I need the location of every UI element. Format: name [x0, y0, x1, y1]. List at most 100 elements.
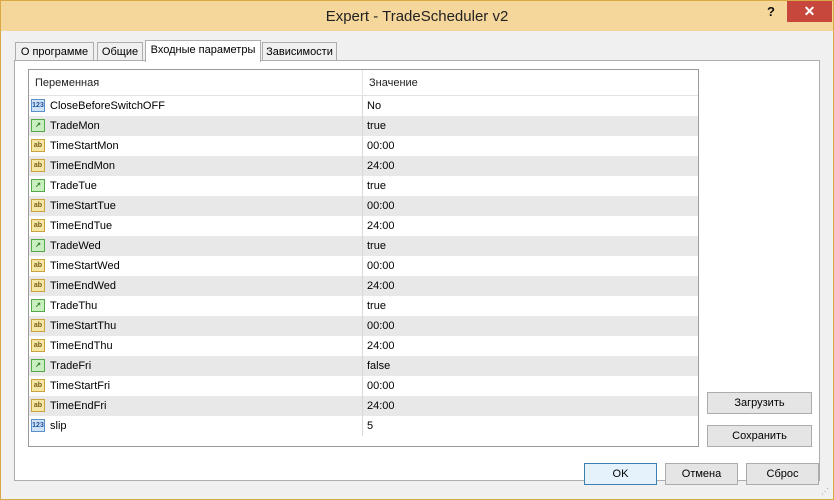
column-divider	[362, 376, 363, 396]
string-param-icon: ab	[31, 259, 45, 272]
param-value[interactable]: true	[367, 240, 386, 252]
cancel-button[interactable]: Отмена	[665, 463, 738, 485]
param-name: CloseBeforeSwitchOFF	[50, 100, 165, 112]
bool-param-icon: ↗	[31, 119, 45, 132]
resize-grip-icon[interactable]: ⋰	[821, 487, 831, 497]
column-divider	[362, 196, 363, 216]
table-row[interactable]: ab TimeStartWed 00:00	[29, 256, 698, 276]
param-value[interactable]: true	[367, 180, 386, 192]
string-param-icon: ab	[31, 279, 45, 292]
table-row[interactable]: ab TimeStartFri 00:00	[29, 376, 698, 396]
grid-header: Переменная Значение	[29, 70, 698, 96]
column-divider	[362, 276, 363, 296]
table-row[interactable]: ab TimeEndMon 24:00	[29, 156, 698, 176]
column-divider	[362, 356, 363, 376]
load-button[interactable]: Загрузить	[707, 392, 812, 414]
param-value[interactable]: 24:00	[367, 340, 395, 352]
reset-button[interactable]: Сброс	[746, 463, 819, 485]
window-title: Expert - TradeScheduler v2	[325, 8, 509, 25]
param-value[interactable]: 00:00	[367, 320, 395, 332]
param-name: TimeEndMon	[50, 160, 116, 172]
column-divider	[362, 296, 363, 316]
string-param-icon: ab	[31, 219, 45, 232]
bool-param-icon: ↗	[31, 179, 45, 192]
param-name: TimeEndWed	[50, 280, 117, 292]
tab-about[interactable]: О программе	[15, 42, 94, 60]
param-name: TradeMon	[50, 120, 100, 132]
table-row[interactable]: ↗ TradeFri false	[29, 356, 698, 376]
column-divider	[362, 336, 363, 356]
param-name: TimeStartMon	[50, 140, 119, 152]
header-divider[interactable]	[362, 70, 363, 95]
param-name: TimeStartWed	[50, 260, 120, 272]
expert-dialog: Expert - TradeScheduler v2 ? ✕ О програм…	[0, 0, 834, 500]
header-value[interactable]: Значение	[369, 77, 418, 89]
table-row[interactable]: ↗ TradeTue true	[29, 176, 698, 196]
tab-dependencies[interactable]: Зависимости	[262, 42, 337, 60]
param-value[interactable]: 00:00	[367, 200, 395, 212]
bool-param-icon: ↗	[31, 359, 45, 372]
param-value[interactable]: true	[367, 300, 386, 312]
param-value[interactable]: 24:00	[367, 160, 395, 172]
int-param-icon: 123	[31, 99, 45, 112]
column-divider	[362, 236, 363, 256]
table-row[interactable]: ab TimeEndThu 24:00	[29, 336, 698, 356]
table-row[interactable]: ab TimeStartTue 00:00	[29, 196, 698, 216]
param-name: TradeTue	[50, 180, 97, 192]
table-row[interactable]: ab TimeStartThu 00:00	[29, 316, 698, 336]
param-name: TradeFri	[50, 360, 92, 372]
param-name: TradeWed	[50, 240, 101, 252]
ok-button[interactable]: OK	[584, 463, 657, 485]
title-bar[interactable]: Expert - TradeScheduler v2 ? ✕	[1, 1, 833, 31]
table-row[interactable]: ↗ TradeMon true	[29, 116, 698, 136]
string-param-icon: ab	[31, 159, 45, 172]
table-row[interactable]: ↗ TradeWed true	[29, 236, 698, 256]
string-param-icon: ab	[31, 399, 45, 412]
param-value[interactable]: 00:00	[367, 260, 395, 272]
column-divider	[362, 96, 363, 116]
param-name: TimeEndThu	[50, 340, 113, 352]
parameters-grid[interactable]: Переменная Значение 123 CloseBeforeSwitch…	[28, 69, 699, 447]
tab-general[interactable]: Общие	[97, 42, 143, 60]
table-row[interactable]: ↗ TradeThu true	[29, 296, 698, 316]
column-divider	[362, 256, 363, 276]
param-value[interactable]: 24:00	[367, 220, 395, 232]
table-row[interactable]: ab TimeEndWed 24:00	[29, 276, 698, 296]
param-name: TimeStartTue	[50, 200, 116, 212]
param-value[interactable]: 5	[367, 420, 373, 432]
string-param-icon: ab	[31, 139, 45, 152]
table-row[interactable]: ab TimeEndTue 24:00	[29, 216, 698, 236]
param-value[interactable]: 00:00	[367, 140, 395, 152]
string-param-icon: ab	[31, 319, 45, 332]
column-divider	[362, 216, 363, 236]
param-name: TradeThu	[50, 300, 98, 312]
table-row[interactable]: 123 CloseBeforeSwitchOFF No	[29, 96, 698, 116]
column-divider	[362, 156, 363, 176]
table-row[interactable]: ab TimeStartMon 00:00	[29, 136, 698, 156]
string-param-icon: ab	[31, 339, 45, 352]
param-name: slip	[50, 420, 67, 432]
param-value[interactable]: 00:00	[367, 380, 395, 392]
param-name: TimeEndFri	[50, 400, 107, 412]
table-row[interactable]: ab TimeEndFri 24:00	[29, 396, 698, 416]
param-name: TimeEndTue	[50, 220, 113, 232]
param-value[interactable]: No	[367, 100, 381, 112]
param-value[interactable]: 24:00	[367, 400, 395, 412]
column-divider	[362, 176, 363, 196]
save-button[interactable]: Сохранить	[707, 425, 812, 447]
column-divider	[362, 316, 363, 336]
close-button[interactable]: ✕	[787, 1, 832, 22]
help-button[interactable]: ?	[758, 1, 784, 23]
param-value[interactable]: true	[367, 120, 386, 132]
param-value[interactable]: false	[367, 360, 390, 372]
bool-param-icon: ↗	[31, 299, 45, 312]
string-param-icon: ab	[31, 379, 45, 392]
string-param-icon: ab	[31, 199, 45, 212]
header-variable[interactable]: Переменная	[35, 77, 99, 89]
table-row[interactable]: 123 slip 5	[29, 416, 698, 436]
param-name: TimeStartThu	[50, 320, 117, 332]
column-divider	[362, 136, 363, 156]
tab-inputs[interactable]: Входные параметры	[145, 40, 261, 62]
param-value[interactable]: 24:00	[367, 280, 395, 292]
column-divider	[362, 396, 363, 416]
